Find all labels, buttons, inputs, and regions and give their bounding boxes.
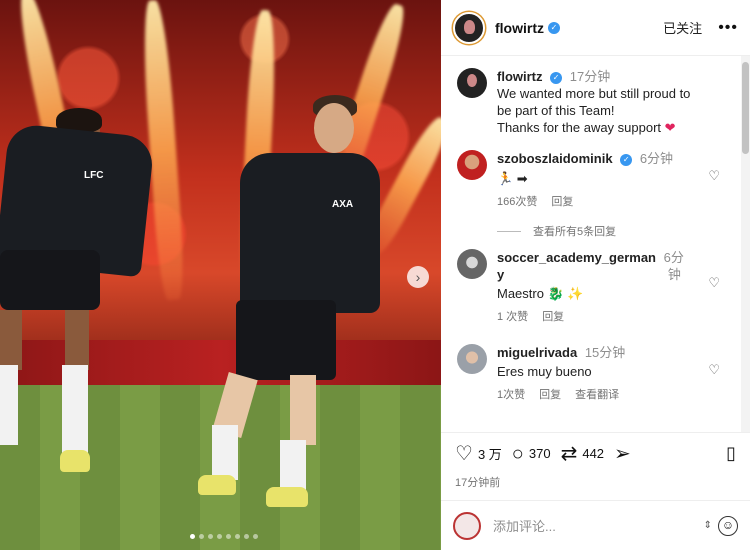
comment-text: Eres muy bueno [497, 364, 592, 379]
caption-username[interactable]: flowirtz [497, 69, 543, 84]
emoji-icon[interactable]: ☺ [718, 515, 738, 536]
post-timestamp: 17分钟前 [455, 477, 501, 489]
comment-item: miguelrivada 15分钟 Eres muy bueno 1次赞 回复 … [441, 344, 750, 404]
view-replies-label[interactable]: 查看所有5条回复 [533, 223, 616, 239]
comment-text: 🏃 ➡ [497, 171, 528, 186]
scrollbar-thumb[interactable] [742, 62, 749, 154]
following-button[interactable]: 已关注 [663, 18, 702, 37]
carousel-dot [208, 534, 213, 539]
post-side-panel: flowirtz ✓ 已关注 ••• flowirtz ✓ 17分钟 We wa… [441, 0, 750, 550]
scroll-updown-icon[interactable]: ⇕ [704, 520, 712, 531]
carousel-dot [217, 534, 222, 539]
bookmark-icon[interactable]: ▯ [726, 443, 736, 464]
comment-button[interactable]: ○ 370 [512, 444, 551, 464]
comment-username-wrap[interactable]: y [497, 267, 504, 282]
comment-composer: 添加评论... ⇕ ☺ [441, 500, 750, 550]
comment-heart-icon[interactable]: ♡ [708, 275, 720, 291]
carousel-indicator [190, 534, 258, 539]
comment-time: 6分钟 [639, 151, 674, 166]
author-avatar[interactable] [453, 11, 485, 44]
comment-likes-count[interactable]: 1 次赞 [497, 309, 528, 326]
author-avatar[interactable] [457, 68, 487, 98]
verified-badge-icon: ✓ [548, 21, 560, 34]
more-options-icon[interactable]: ••• [718, 19, 738, 37]
caption-text-line: be part of this Team! [497, 103, 615, 118]
verified-badge-icon: ✓ [620, 154, 633, 166]
comment-time-wrap: 钟 [667, 267, 681, 282]
carousel-next-button[interactable]: › [407, 266, 429, 288]
share-button[interactable]: ➢ [614, 444, 636, 464]
reply-button[interactable]: 回复 [542, 309, 564, 326]
comment-heart-icon[interactable]: ♡ [708, 362, 720, 378]
comment-likes-count[interactable]: 1次赞 [497, 387, 525, 404]
post-header: flowirtz ✓ 已关注 ••• [441, 0, 750, 56]
red-heart-emoji: ❤ [664, 120, 676, 135]
post-caption: flowirtz ✓ 17分钟 We wanted more but still… [441, 56, 750, 136]
carousel-dot [190, 534, 195, 539]
heart-icon[interactable]: ♡ [455, 444, 473, 464]
comment-time: 6分 [663, 250, 684, 265]
commenter-avatar[interactable] [457, 150, 487, 180]
author-username[interactable]: flowirtz [495, 20, 544, 36]
verified-badge-icon: ✓ [550, 72, 563, 84]
commenter-avatar[interactable] [457, 249, 487, 279]
caption-time: 17分钟 [569, 69, 611, 84]
reply-button[interactable]: 回复 [539, 387, 561, 404]
add-comment-input[interactable]: 添加评论... [493, 516, 704, 535]
caption-text-line: Thanks for the away support ❤ [497, 119, 690, 136]
view-replies-link[interactable]: 查看所有5条回复 [441, 223, 750, 239]
current-user-avatar[interactable] [453, 511, 481, 540]
player-left: LFC [0, 108, 160, 480]
comment-heart-icon[interactable]: ♡ [708, 168, 720, 184]
comments-list[interactable]: flowirtz ✓ 17分钟 We wanted more but still… [441, 56, 750, 432]
commenter-avatar[interactable] [457, 344, 487, 374]
likes-count[interactable]: 3 万 [478, 444, 502, 463]
comment-likes-count[interactable]: 166次赞 [497, 194, 537, 211]
comment-username[interactable]: szoboszlaidominik [497, 151, 613, 166]
comment-username[interactable]: miguelrivada [497, 345, 577, 360]
send-icon[interactable]: ➢ [614, 444, 631, 464]
comment-item: soccer_academy_german 6分 y 钟 Maestro 🐉 ✨… [441, 249, 750, 326]
comment-text: Maestro 🐉 ✨ [497, 286, 584, 301]
carousel-dot [226, 534, 231, 539]
carousel-dot [244, 534, 249, 539]
reposts-count[interactable]: 442 [582, 446, 604, 461]
see-translation-button[interactable]: 查看翻译 [575, 387, 619, 404]
comment-username[interactable]: soccer_academy_german [497, 250, 656, 265]
repost-button[interactable]: ⇄ 442 [561, 444, 604, 464]
player-center: AXA [190, 95, 390, 515]
comment-time: 15分钟 [584, 345, 626, 360]
comment-item: szoboszlaidominik ✓ 6分钟 🏃 ➡ 166次赞 回复 ♡ [441, 150, 750, 211]
comments-count[interactable]: 370 [529, 446, 551, 461]
post-actions: ♡ 3 万 ○ 370 ⇄ 442 ➢ ▯ 17分钟前 [441, 432, 750, 492]
like-button[interactable]: ♡ 3 万 [455, 444, 502, 464]
repost-icon[interactable]: ⇄ [561, 444, 578, 464]
caption-text-line: We wanted more but still proud to [497, 86, 691, 101]
carousel-dot [253, 534, 258, 539]
caption-text: Thanks for the away support [497, 120, 662, 135]
carousel-dot [235, 534, 240, 539]
post-image[interactable]: LFC AXA › [0, 0, 441, 550]
reply-button[interactable]: 回复 [551, 194, 573, 211]
carousel-dot [199, 534, 204, 539]
comment-icon[interactable]: ○ [512, 444, 524, 464]
